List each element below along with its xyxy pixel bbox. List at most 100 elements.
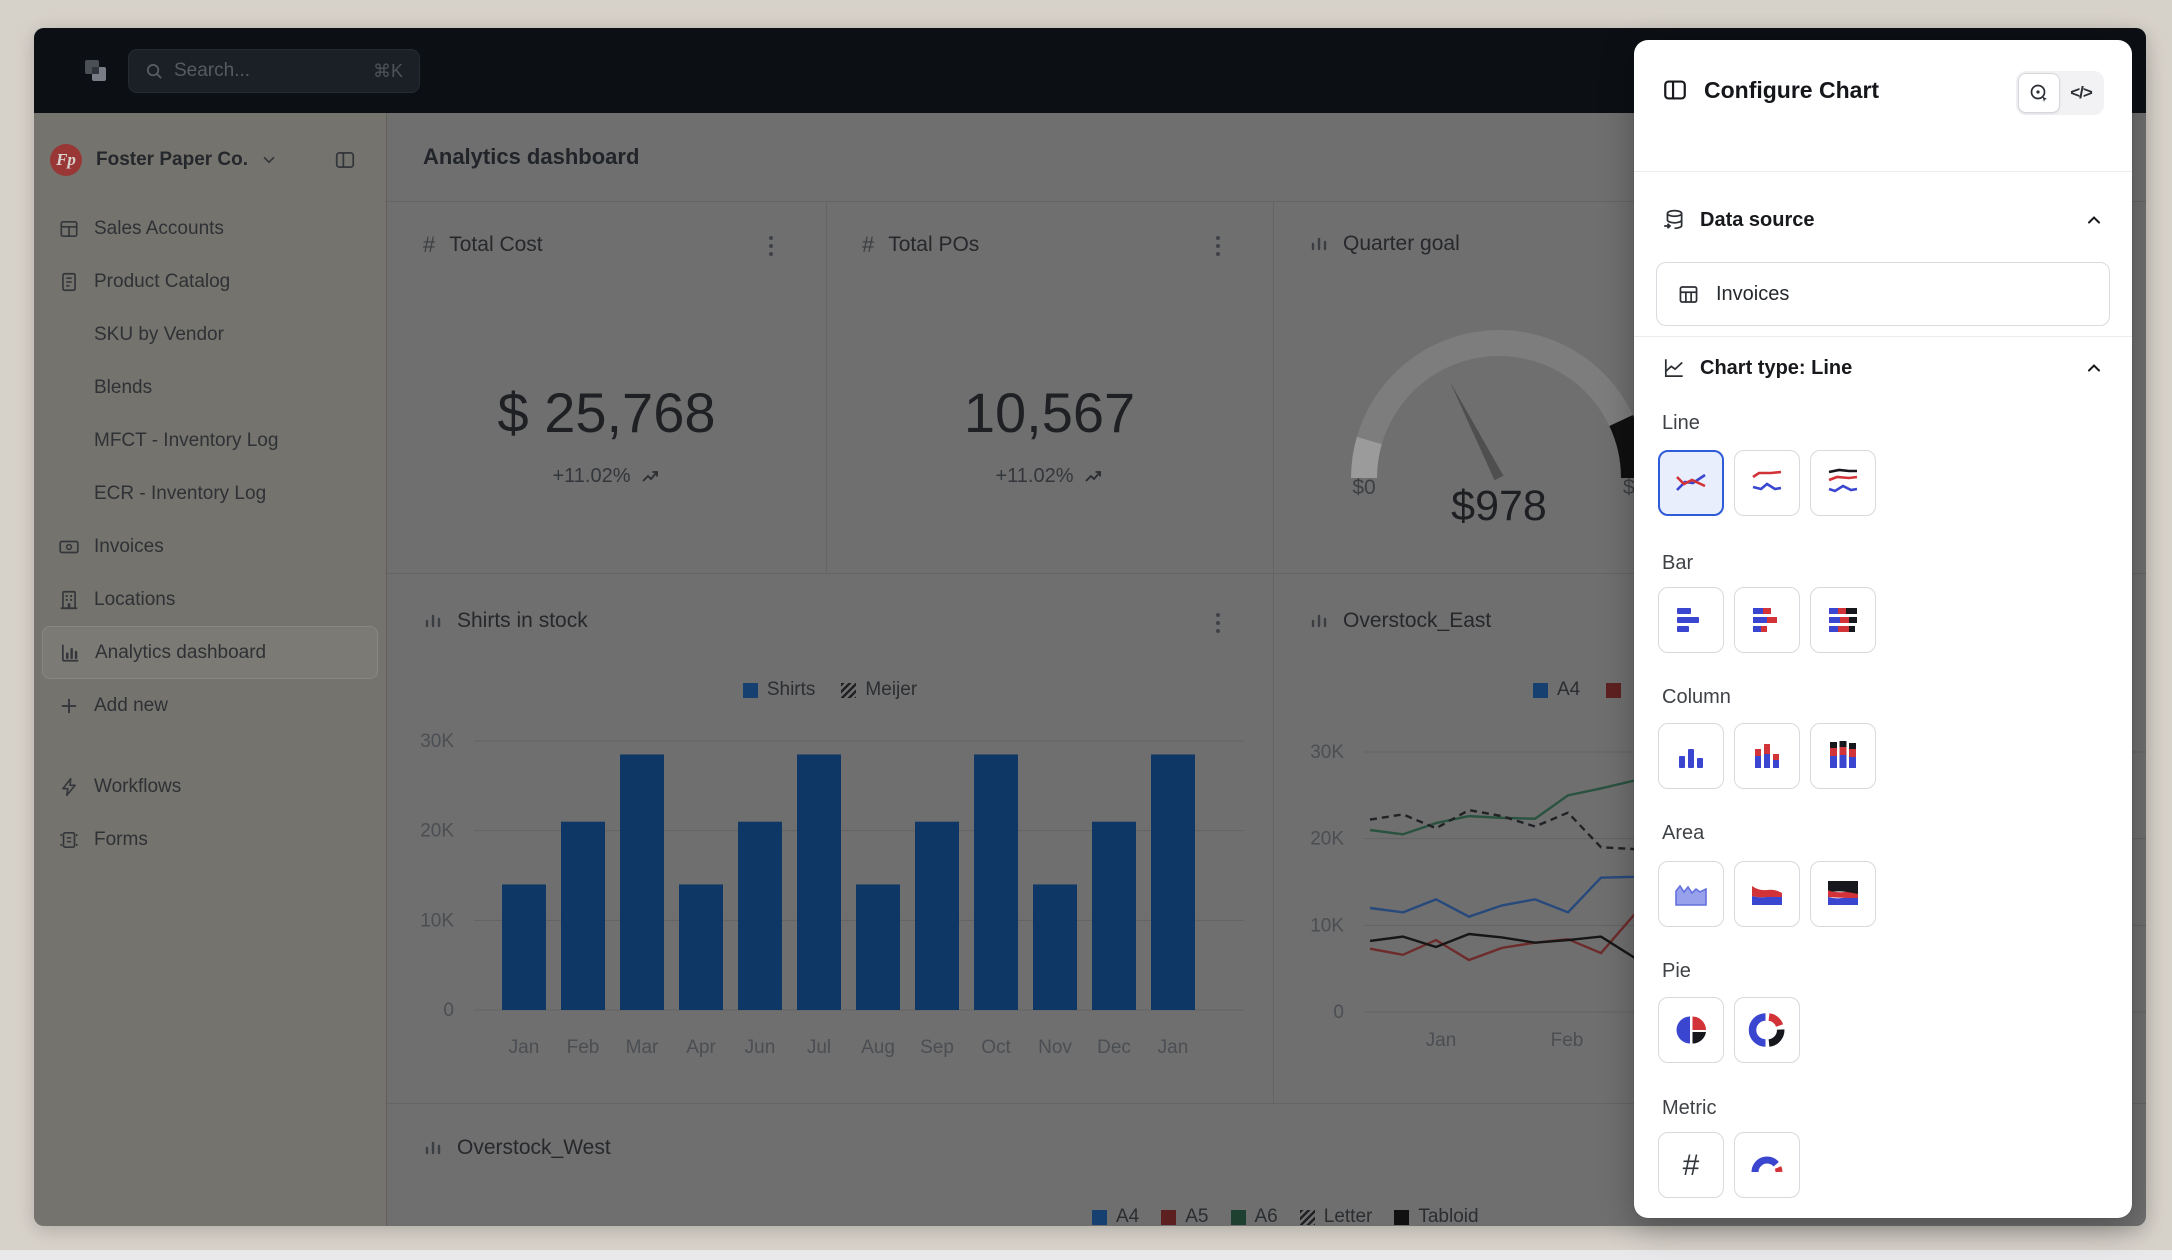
chart-type-option-column-stacked[interactable] [1734, 723, 1800, 789]
svg-text:Sep: Sep [920, 1037, 954, 1058]
bar-chart-icon [423, 1138, 443, 1158]
lightning-icon [58, 776, 80, 798]
chart-type-group-label: Metric [1662, 1097, 1716, 1120]
workspace-switcher[interactable]: Fp Foster Paper Co. [50, 137, 376, 183]
sidebar-item-add-new[interactable]: Add new [42, 679, 378, 732]
chart-type-option-pie[interactable] [1658, 997, 1724, 1063]
number-metric-icon: # [862, 232, 874, 258]
card-menu-button[interactable] [1205, 233, 1231, 259]
data-source-section[interactable]: Data source [1662, 205, 2104, 235]
sidebar-item-locations[interactable]: Locations [42, 573, 378, 626]
sidebar-item-analytics-dashboard[interactable]: Analytics dashboard [42, 626, 378, 679]
sidebar-item-label: Analytics dashboard [95, 642, 266, 664]
chart-type-option-number[interactable]: # [1658, 1132, 1724, 1198]
sidebar-nav: Sales Accounts Product Catalog SKU by Vend… [42, 202, 378, 866]
card-title: Overstock_West [457, 1136, 611, 1160]
svg-text:0: 0 [1333, 1002, 1344, 1023]
chart-type-group-label: Column [1662, 686, 1731, 709]
legend-item: A5 [1161, 1206, 1208, 1226]
search-placeholder: Search... [174, 60, 373, 82]
chart-type-options-bar [1658, 587, 1876, 653]
chart-type-option-area-stacked[interactable] [1734, 861, 1800, 927]
column-stacked-icon [1747, 736, 1787, 776]
workspace-name: Foster Paper Co. [96, 149, 248, 171]
chart-type-option-line-multi[interactable] [1734, 450, 1800, 516]
column-stacked-3-icon [1823, 736, 1863, 776]
legend-swatch [1300, 1210, 1315, 1225]
data-source-value-button[interactable]: Invoices [1656, 262, 2110, 326]
trend-up-icon [1084, 469, 1104, 485]
chart-type-option-bar-stacked[interactable] [1734, 587, 1800, 653]
form-icon [58, 829, 80, 851]
chart-type-option-gauge[interactable] [1734, 1132, 1800, 1198]
visual-mode-button[interactable] [2018, 73, 2060, 113]
svg-text:10K: 10K [1310, 915, 1344, 936]
code-mode-button[interactable]: </> [2060, 73, 2102, 113]
chart-type-option-area-stacked-3[interactable] [1810, 861, 1876, 927]
legend-label: A6 [1255, 1206, 1278, 1226]
chart-type-option-line-stacked[interactable] [1810, 450, 1876, 516]
chart-type-options-line [1658, 450, 1876, 516]
column-basic-icon [1671, 736, 1711, 776]
svg-text:Oct: Oct [981, 1037, 1011, 1058]
line-multi-icon [1747, 463, 1787, 503]
metric-delta: +11.02% [387, 465, 826, 488]
sidebar-item-ecr-inventory-log[interactable]: ECR - Inventory Log [42, 467, 378, 520]
database-icon [1662, 208, 1686, 232]
area-stacked-3-icon [1823, 874, 1863, 914]
panel-title: Configure Chart [1704, 77, 1879, 104]
chart-type-option-bar-stacked-3[interactable] [1810, 587, 1876, 653]
sidebar-item-label: Forms [94, 829, 148, 851]
sidebar-item-mfct-inventory-log[interactable]: MFCT - Inventory Log [42, 414, 378, 467]
collapse-sidebar-icon[interactable] [334, 149, 356, 171]
chart-type-option-area-basic[interactable] [1658, 861, 1724, 927]
sidebar-item-sales-accounts[interactable]: Sales Accounts [42, 202, 378, 255]
chevron-up-icon[interactable] [2084, 358, 2104, 378]
chart-type-options-metric: # [1658, 1132, 1800, 1198]
chart-type-option-column-stacked-3[interactable] [1810, 723, 1876, 789]
legend-label: Letter [1324, 1206, 1373, 1226]
metric-delta: +11.02% [826, 465, 1273, 488]
sidebar-item-sku-by-vendor[interactable]: SKU by Vendor [42, 308, 378, 361]
svg-text:20K: 20K [420, 821, 454, 842]
chart-type-section[interactable]: Chart type: Line [1662, 353, 2104, 383]
svg-text:Feb: Feb [1551, 1030, 1584, 1051]
panel-mode-switch: </> [2016, 71, 2104, 115]
sidebar-item-product-catalog[interactable]: Product Catalog [42, 255, 378, 308]
chevron-down-icon [260, 151, 278, 169]
chart-type-group-label: Bar [1662, 552, 1693, 575]
sidebar-item-invoices[interactable]: Invoices [42, 520, 378, 573]
sidebar-item-blends[interactable]: Blends [42, 361, 378, 414]
search-icon [145, 62, 164, 81]
svg-text:Jul: Jul [807, 1037, 831, 1058]
card-menu-button[interactable] [758, 233, 784, 259]
page-title: Analytics dashboard [423, 144, 639, 170]
card-title-row: # Total POs [862, 232, 979, 258]
bar-basic-icon [1671, 600, 1711, 640]
chart-type-option-column-basic[interactable] [1658, 723, 1724, 789]
search-input[interactable]: Search... ⌘K [128, 49, 420, 93]
sidebar-item-label: SKU by Vendor [94, 324, 224, 346]
svg-text:$978: $978 [1451, 482, 1547, 530]
card-title: Total Cost [449, 233, 542, 257]
svg-text:Jan: Jan [1158, 1037, 1189, 1058]
chart-type-option-bar-basic[interactable] [1658, 587, 1724, 653]
sidebar-item-label: Workflows [94, 776, 181, 798]
sidebar-item-forms[interactable]: Forms [42, 813, 378, 866]
banknote-icon [58, 536, 80, 558]
legend-label: A5 [1185, 1206, 1208, 1226]
legend-item: Tabloid [1394, 1206, 1478, 1226]
chart-type-option-line-basic[interactable] [1658, 450, 1724, 516]
metric-value: $ 25,768 [387, 380, 826, 445]
svg-text:Jan: Jan [1426, 1030, 1457, 1051]
legend-label: Tabloid [1418, 1206, 1478, 1226]
legend-item: A4 [1092, 1206, 1139, 1226]
chart-type-option-donut[interactable] [1734, 997, 1800, 1063]
sidebar-item-label: Blends [94, 377, 152, 399]
sidebar-item-label: Sales Accounts [94, 218, 224, 240]
svg-text:Mar: Mar [626, 1037, 659, 1058]
sidebar-item-workflows[interactable]: Workflows [42, 760, 378, 813]
chevron-up-icon[interactable] [2084, 210, 2104, 230]
data-source-value: Invoices [1716, 283, 1789, 306]
sidebar-item-label: Add new [94, 695, 168, 717]
